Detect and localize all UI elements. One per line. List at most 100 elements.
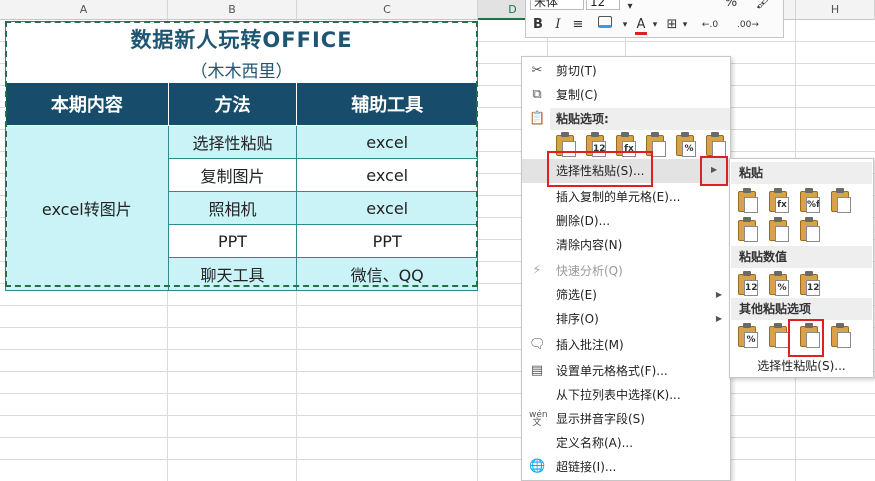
menu-item-insert-comment[interactable]: 🗨 插入批注(M)	[522, 333, 730, 357]
method-cell[interactable]: 复制图片	[167, 158, 298, 192]
menu-item-pick-from-list[interactable]: 从下拉列表中选择(K)...	[522, 383, 730, 407]
font-size-box[interactable]: 12	[586, 0, 620, 10]
sub-paste-formulas-number-icon[interactable]: %fx	[798, 188, 822, 214]
tool-cell[interactable]: excel	[296, 158, 478, 192]
hyperlink-icon: 🌐	[529, 459, 546, 474]
method-cell[interactable]: 照相机	[167, 191, 298, 225]
align-center-icon[interactable]: ≡	[570, 16, 586, 34]
paint-bucket-icon	[598, 16, 612, 28]
menu-item-label: 删除(D)...	[556, 214, 611, 228]
scissors-icon: ✂	[531, 63, 543, 78]
sub-no-borders-icon[interactable]	[736, 217, 760, 243]
tool-cell[interactable]: PPT	[296, 224, 478, 258]
header-cell-tool[interactable]: 辅助工具	[296, 82, 478, 126]
header-cell-content[interactable]: 本期内容	[5, 82, 169, 126]
sub-picture-icon[interactable]	[798, 323, 822, 349]
phonetic-icon: wén 文	[529, 410, 548, 428]
method-cell[interactable]: PPT	[167, 224, 298, 258]
submenu-paste-special[interactable]: 选择性粘贴(S)...	[730, 355, 873, 377]
font-name-box[interactable]: 宋体	[530, 0, 584, 10]
borders-dropdown-icon[interactable]: ▾	[680, 16, 690, 34]
menu-item-label: 复制(C)	[556, 88, 598, 102]
menu-item-filter[interactable]: 筛选(E) ▶	[522, 283, 730, 307]
method-cell[interactable]: 聊天工具	[167, 257, 298, 291]
paste-special-submenu: 粘贴 粘贴数值 其他粘贴选项 选择性粘贴(S)... fx %fx 123% 123%	[729, 158, 874, 378]
menu-item-show-phonetic[interactable]: wén 文 显示拼音字段(S)	[522, 407, 730, 431]
menu-item-label: 定义名称(A)...	[556, 436, 634, 450]
menu-item-label: 从下拉列表中选择(K)...	[556, 388, 681, 402]
paste-formulas-icon[interactable]: fx	[614, 132, 638, 158]
sub-paste-link-icon[interactable]	[767, 323, 791, 349]
sub-paste-formulas-icon[interactable]: fx	[767, 188, 791, 214]
method-cell[interactable]: 选择性粘贴	[167, 125, 298, 159]
sub-values-icon[interactable]: 123	[736, 271, 760, 297]
paste-special-arrow-area[interactable]: ▶	[700, 158, 728, 184]
menu-item-sort[interactable]: 排序(O) ▶	[522, 307, 730, 331]
tool-cell[interactable]: excel	[296, 191, 478, 225]
column-header-a[interactable]: A	[0, 0, 168, 20]
paste-icon[interactable]	[554, 132, 578, 158]
italic-button[interactable]: I	[550, 16, 566, 34]
sub-paste-icon[interactable]	[736, 188, 760, 214]
submenu-heading-paste-values: 粘贴数值	[731, 246, 872, 268]
menu-item-delete[interactable]: 删除(D)...	[522, 209, 730, 233]
paste-options-heading: 粘贴选项:	[550, 108, 730, 130]
paste-transpose-icon[interactable]	[644, 132, 668, 158]
menu-item-label: 显示拼音字段(S)	[556, 412, 645, 426]
menu-item-label: 筛选(E)	[556, 288, 597, 302]
font-color-button[interactable]: A	[632, 16, 650, 35]
menu-item-label: 插入批注(M)	[556, 338, 624, 352]
sub-transpose-icon[interactable]	[798, 217, 822, 243]
table-title: 数据新人玩转OFFICE	[130, 28, 353, 52]
decrease-decimal-button[interactable]: .00→	[730, 16, 766, 34]
menu-item-hyperlink[interactable]: 🌐 超链接(I)...	[522, 455, 730, 479]
quick-analysis-icon: ⚡	[532, 263, 542, 278]
menu-item-cut[interactable]: ✂ 剪切(T)	[522, 59, 730, 83]
column-header-c[interactable]: C	[297, 0, 478, 20]
summary-table[interactable]: 数据新人玩转OFFICE （木木西里） 本期内容 方法 辅助工具 excel转图…	[5, 21, 478, 291]
sub-values-source-format-icon[interactable]: 123	[798, 271, 822, 297]
menu-item-define-name[interactable]: 定义名称(A)...	[522, 431, 730, 455]
menu-item-clear-contents[interactable]: 清除内容(N)	[522, 233, 730, 257]
mini-toolbar: 宋体 12 ▾ % 🖌 B I ≡ ▾ A ▾ ⊞ ▾ ←.0 .00→	[525, 0, 784, 38]
format-painter-icon[interactable]: 🖌	[752, 0, 776, 12]
bold-button[interactable]: B	[530, 16, 546, 34]
title-row: 数据新人玩转OFFICE （木木西里）	[5, 21, 478, 83]
font-size-dropdown-icon[interactable]: ▾	[624, 0, 636, 16]
borders-icon[interactable]: ⊞	[664, 16, 680, 34]
submenu-heading-other-paste: 其他粘贴选项	[731, 298, 872, 320]
submenu-arrow-icon: ▶	[715, 314, 722, 323]
menu-item-copy[interactable]: ⧉ 复制(C)	[522, 83, 730, 107]
submenu-heading-paste: 粘贴	[731, 162, 872, 184]
increase-decimal-button[interactable]: ←.0	[694, 16, 726, 34]
column-header-h[interactable]: H	[796, 0, 875, 20]
sub-linked-picture-icon[interactable]	[829, 323, 853, 349]
paste-link-icon[interactable]	[704, 132, 728, 158]
context-menu: ✂ 剪切(T) ⧉ 复制(C) 粘贴选项: 📋 选择性粘贴(S)... 插入复制…	[521, 56, 731, 481]
tool-cell[interactable]: 微信、QQ	[296, 257, 478, 291]
menu-item-paste-special[interactable]: 选择性粘贴(S)...	[522, 159, 730, 183]
menu-item-quick-analysis: ⚡ 快速分析(Q)	[522, 259, 730, 283]
sub-keep-column-width-icon[interactable]	[767, 217, 791, 243]
merged-content-cell[interactable]: excel转图片	[5, 125, 169, 291]
font-color-dropdown-icon[interactable]: ▾	[650, 16, 660, 34]
header-cell-method[interactable]: 方法	[167, 82, 298, 126]
column-header-b[interactable]: B	[168, 0, 297, 20]
submenu-arrow-icon: ▶	[711, 165, 718, 174]
paste-values-icon[interactable]: 123	[584, 132, 608, 158]
menu-item-label: 剪切(T)	[556, 64, 597, 78]
paste-formatting-icon[interactable]: %	[674, 132, 698, 158]
menu-item-insert-copied-cells[interactable]: 插入复制的单元格(E)...	[522, 185, 730, 209]
submenu-arrow-icon: ▶	[715, 290, 722, 299]
fill-color-dropdown-icon[interactable]: ▾	[620, 16, 630, 34]
tool-cell[interactable]: excel	[296, 125, 478, 159]
sub-values-number-format-icon[interactable]: %	[767, 271, 791, 297]
title-cell[interactable]: 数据新人玩转OFFICE （木木西里）	[5, 21, 478, 83]
table-row: excel转图片 选择性粘贴 excel	[5, 125, 478, 291]
copy-icon: ⧉	[532, 87, 542, 102]
fill-color-button[interactable]	[592, 16, 618, 34]
percent-button[interactable]: %	[716, 0, 746, 12]
menu-item-format-cells[interactable]: ▤ 设置单元格格式(F)...	[522, 359, 730, 383]
sub-keep-source-format-icon[interactable]	[829, 188, 853, 214]
sub-formatting-icon[interactable]: %	[736, 323, 760, 349]
